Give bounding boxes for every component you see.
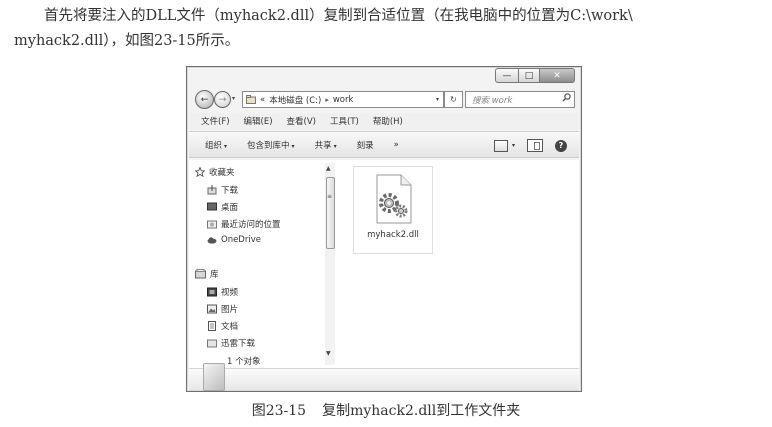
- status-file-icon: [203, 363, 225, 391]
- file-name: myhack2.dll: [367, 230, 419, 240]
- figure-caption: 图23-15 复制myhack2.dll到工作文件夹: [0, 400, 772, 420]
- title-bar: — □ ✕: [187, 67, 581, 85]
- burn-button[interactable]: 刻录: [357, 139, 374, 151]
- intro-paragraph: 首先将要注入的DLL文件（myhack2.dll）复制到合适位置（在我电脑中的位…: [14, 4, 764, 54]
- back-button[interactable]: ←: [195, 90, 214, 109]
- download-icon: [207, 185, 217, 195]
- star-icon: [195, 167, 205, 177]
- scroll-down-arrow[interactable]: ▼: [326, 350, 331, 357]
- address-dropdown[interactable]: ▾: [436, 96, 439, 103]
- paragraph-line-1: 首先将要注入的DLL文件（myhack2.dll）复制到合适位置（在我电脑中的位…: [44, 8, 633, 24]
- scroll-up-arrow[interactable]: ▲: [326, 165, 331, 172]
- share-button[interactable]: 共享 ▾: [315, 139, 337, 151]
- address-prefix: «: [260, 94, 266, 105]
- close-button[interactable]: ✕: [540, 68, 575, 83]
- document-icon: [208, 321, 216, 331]
- folder-icon: [246, 95, 256, 104]
- search-input[interactable]: 搜索 work: [465, 91, 575, 108]
- menu-tools[interactable]: 工具(T): [330, 115, 359, 127]
- nav-onedrive[interactable]: OneDrive: [207, 235, 261, 245]
- minimize-button[interactable]: —: [495, 68, 519, 83]
- nav-scrollbar[interactable]: ▲ ≡ ▼: [325, 163, 335, 365]
- dll-gear-file-icon: [376, 174, 412, 224]
- nav-pictures[interactable]: 图片: [207, 303, 238, 315]
- cloud-icon: [207, 237, 217, 244]
- nav-documents[interactable]: 文档: [207, 320, 238, 332]
- view-controls: ▾ ?: [493, 139, 567, 152]
- explorer-window: — □ ✕ ← → ▾ « 本地磁盘 (C:) ▸ work ▾ ↻ 搜索 wo…: [186, 66, 582, 392]
- picture-icon: [207, 304, 217, 314]
- maximize-button[interactable]: □: [519, 68, 540, 83]
- address-bar[interactable]: « 本地磁盘 (C:) ▸ work ▾: [242, 91, 444, 108]
- refresh-button[interactable]: ↻: [444, 91, 463, 108]
- breadcrumb-folder[interactable]: work: [333, 95, 354, 105]
- menu-file[interactable]: 文件(F): [201, 115, 230, 127]
- preview-pane-icon[interactable]: [527, 139, 543, 152]
- view-options-dropdown[interactable]: ▾: [512, 142, 515, 149]
- paragraph-line-2: myhack2.dll），如图23-15所示。: [14, 33, 240, 49]
- figure-number: 图23-15: [251, 403, 307, 419]
- menu-view[interactable]: 查看(V): [287, 115, 316, 127]
- breadcrumb-drive[interactable]: 本地磁盘 (C:): [269, 94, 321, 106]
- nav-libraries[interactable]: 库: [195, 268, 219, 280]
- status-bar: 1 个对象: [189, 357, 579, 391]
- scroll-thumb[interactable]: [326, 177, 335, 249]
- menu-help[interactable]: 帮助(H): [373, 115, 403, 127]
- nav-thunder-downloads[interactable]: 迅雷下载: [207, 337, 255, 349]
- more-commands-button[interactable]: »: [394, 140, 399, 150]
- library-icon: [195, 269, 206, 279]
- search-icon[interactable]: [562, 93, 571, 105]
- nav-favorites[interactable]: 收藏夹: [195, 166, 235, 178]
- forward-button[interactable]: →: [214, 91, 231, 108]
- help-icon[interactable]: ?: [555, 139, 567, 152]
- recent-pages-dropdown[interactable]: ▾: [232, 95, 235, 102]
- status-text: 1 个对象: [227, 357, 261, 367]
- navigation-pane: 收藏夹 下载 桌面 最近访问的位置 OneDrive 库 视频 图片 文档 迅雷…: [189, 160, 339, 368]
- figure-caption-text: 复制myhack2.dll到工作文件夹: [322, 403, 521, 419]
- nav-desktop[interactable]: 桌面: [207, 201, 238, 213]
- organize-button[interactable]: 组织 ▾: [205, 139, 227, 151]
- command-bar: 组织 ▾ 包含到库中 ▾ 共享 ▾ 刻录 » ▾ ?: [189, 131, 579, 158]
- recent-places-icon: [207, 220, 217, 229]
- menu-edit[interactable]: 编辑(E): [244, 115, 273, 127]
- window-controls: — □ ✕: [495, 68, 575, 83]
- menu-bar: 文件(F) 编辑(E) 查看(V) 工具(T) 帮助(H): [189, 113, 579, 129]
- address-row: ← → ▾ « 本地磁盘 (C:) ▸ work ▾ ↻ 搜索 work: [193, 89, 577, 109]
- change-view-icon[interactable]: [493, 139, 508, 152]
- nav-recent-places[interactable]: 最近访问的位置: [207, 218, 281, 230]
- download-folder-icon: [207, 339, 217, 348]
- scroll-grip-icon: ≡: [327, 193, 333, 200]
- breadcrumb-separator[interactable]: ▸: [325, 96, 329, 104]
- video-icon: [207, 287, 217, 297]
- file-list: myhack2.dll: [339, 160, 579, 368]
- search-placeholder: 搜索 work: [472, 95, 513, 106]
- nav-downloads[interactable]: 下载: [207, 184, 238, 196]
- file-item[interactable]: myhack2.dll: [353, 166, 433, 254]
- nav-videos[interactable]: 视频: [207, 286, 238, 298]
- desktop-icon: [207, 202, 217, 211]
- include-library-button[interactable]: 包含到库中 ▾: [247, 139, 295, 151]
